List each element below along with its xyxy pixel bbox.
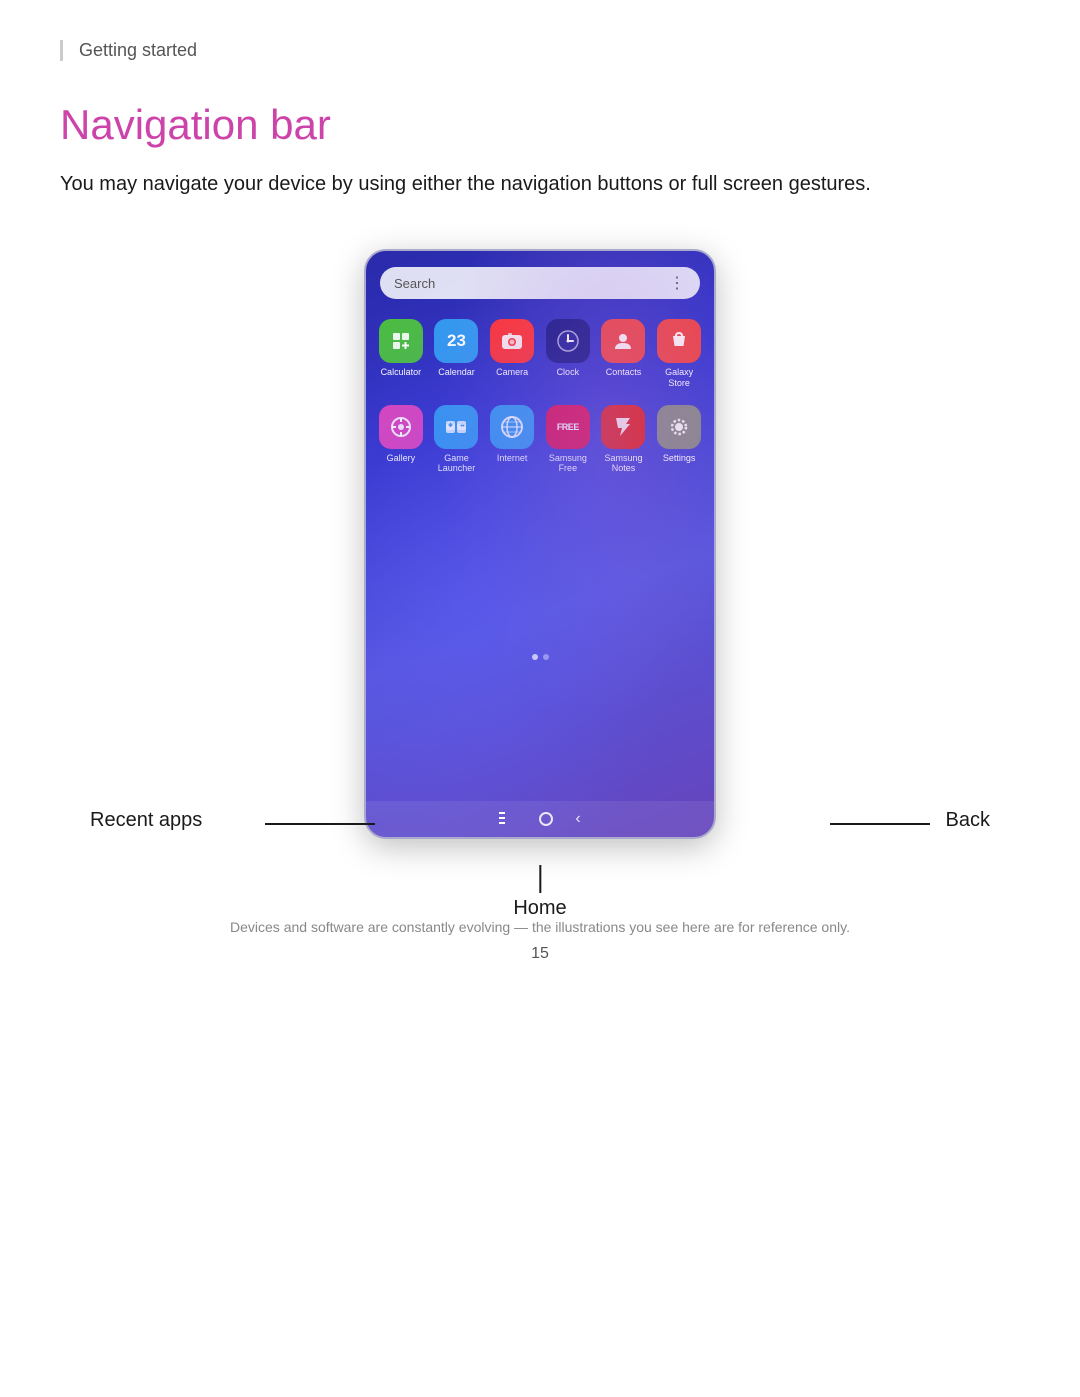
app-icon-camera xyxy=(490,319,534,363)
app-game-launcher: Game Launcher xyxy=(432,405,482,475)
app-icon-gallery xyxy=(379,405,423,449)
recent-apps-label: Recent apps xyxy=(90,809,202,832)
app-label-clock: Clock xyxy=(557,367,580,378)
app-icon-galaxy-store xyxy=(657,319,701,363)
section-description: You may navigate your device by using ei… xyxy=(60,169,910,199)
app-icon-game-launcher xyxy=(434,405,478,449)
app-icon-samsung-free: FREE xyxy=(546,405,590,449)
search-dots-icon: ⋮ xyxy=(669,273,686,293)
app-label-gallery: Gallery xyxy=(387,453,416,464)
app-icon-clock xyxy=(546,319,590,363)
app-label-calculator: Calculator xyxy=(381,367,422,378)
app-label-galaxy-store: Galaxy Store xyxy=(654,367,704,389)
footer-page: 15 xyxy=(60,945,1020,963)
app-clock: Clock xyxy=(543,319,593,389)
diagram-area: Search ⋮ Calculator xyxy=(60,249,1020,839)
app-internet: Internet xyxy=(487,405,537,475)
app-icon-internet xyxy=(490,405,534,449)
apps-grid-row1: Calculator 23 Calendar xyxy=(366,319,714,389)
app-calendar: 23 Calendar xyxy=(432,319,482,389)
page-dots xyxy=(366,654,714,660)
app-camera: Camera xyxy=(487,319,537,389)
page-dot-2 xyxy=(543,654,549,660)
app-calculator: Calculator xyxy=(376,319,426,389)
back-button[interactable]: ‹ xyxy=(575,810,580,828)
app-icon-samsung-notes xyxy=(601,405,645,449)
search-bar-text: Search xyxy=(394,276,435,291)
app-gallery: Gallery xyxy=(376,405,426,475)
app-label-contacts: Contacts xyxy=(606,367,642,378)
app-label-camera: Camera xyxy=(496,367,528,378)
device-mockup: Search ⋮ Calculator xyxy=(364,249,716,839)
recent-apps-button[interactable] xyxy=(499,811,517,828)
search-bar: Search ⋮ xyxy=(380,267,700,299)
page-dot-1 xyxy=(532,654,538,660)
app-icon-calculator xyxy=(379,319,423,363)
back-label: Back xyxy=(946,809,990,832)
app-icon-contacts xyxy=(601,319,645,363)
app-label-samsung-notes: Samsung Notes xyxy=(599,453,649,475)
app-label-settings: Settings xyxy=(663,453,696,464)
app-contacts: Contacts xyxy=(599,319,649,389)
app-icon-calendar: 23 xyxy=(434,319,478,363)
navigation-bar: ‹ xyxy=(366,801,714,837)
app-label-samsung-free: Samsung Free xyxy=(543,453,593,475)
home-button[interactable] xyxy=(539,812,553,826)
app-samsung-notes: Samsung Notes xyxy=(599,405,649,475)
app-label-game-launcher: Game Launcher xyxy=(432,453,482,475)
app-samsung-free: FREE Samsung Free xyxy=(543,405,593,475)
app-label-calendar: Calendar xyxy=(438,367,475,378)
app-label-internet: Internet xyxy=(497,453,528,464)
home-label: Home xyxy=(513,865,566,920)
footer-note: Devices and software are constantly evol… xyxy=(60,919,1020,935)
apps-grid-row2: Gallery xyxy=(366,405,714,475)
app-galaxy-store: Galaxy Store xyxy=(654,319,704,389)
breadcrumb-text: Getting started xyxy=(79,40,197,60)
app-settings: Settings xyxy=(654,405,704,475)
breadcrumb: Getting started xyxy=(60,40,1020,61)
app-icon-settings xyxy=(657,405,701,449)
section-title: Navigation bar xyxy=(60,101,1020,149)
